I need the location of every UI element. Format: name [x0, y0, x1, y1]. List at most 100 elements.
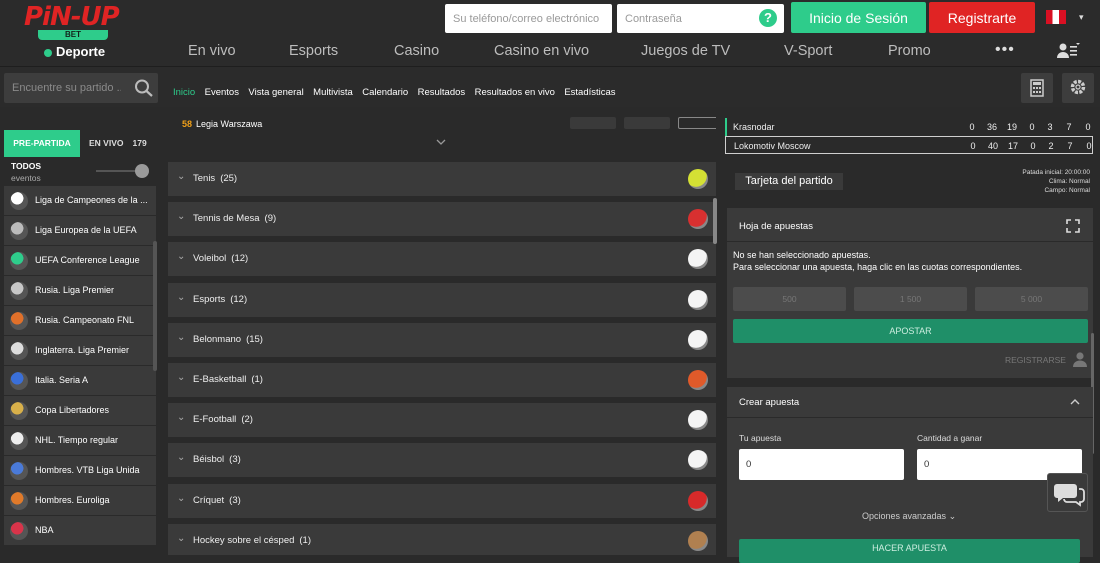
user-icon[interactable]: [1073, 351, 1087, 367]
tab-multivista[interactable]: Multivista: [313, 87, 353, 98]
sidebar-league-item[interactable]: Copa Libertadores: [4, 396, 156, 425]
sport-row[interactable]: ⌄ E-Football (2): [168, 403, 716, 438]
sidebar-league-item[interactable]: Hombres. VTB Liga Unida: [4, 456, 156, 485]
expand-icon[interactable]: [1066, 219, 1080, 233]
chevron-down-icon[interactable]: ⌄: [177, 493, 187, 504]
advanced-options-toggle[interactable]: Opciones avanzadas ⌄: [862, 511, 956, 522]
tab-resultados-en-vivo[interactable]: Resultados en vivo: [475, 87, 555, 98]
sidebar-league-item[interactable]: NHL. Tiempo regular: [4, 426, 156, 455]
sport-row[interactable]: ⌄ Tennis de Mesa (9): [168, 202, 716, 237]
sidebar-league-item[interactable]: Liga de Campeones de la ...: [4, 186, 156, 215]
sport-row[interactable]: ⌄ Hockey sobre el césped (1): [168, 523, 716, 555]
sidebar-league-item[interactable]: UEFA Conference League: [4, 246, 156, 275]
search-icon[interactable]: [134, 79, 154, 97]
tab-eventos[interactable]: Eventos: [205, 87, 239, 98]
more-menu-icon[interactable]: •••: [995, 41, 1015, 59]
sidebar-league-item[interactable]: Liga Europea de la UEFA: [4, 216, 156, 245]
nav-item-esports[interactable]: Esports: [289, 43, 338, 59]
chevron-down-icon[interactable]: ⌄: [177, 292, 187, 303]
odds-cell[interactable]: [624, 117, 670, 129]
chevron-down-icon[interactable]: ⌄: [177, 332, 187, 343]
sport-row[interactable]: ⌄ E-Basketball (1): [168, 363, 716, 397]
team-name: Legia Warszawa: [196, 119, 263, 129]
sidebar-scrollbar[interactable]: [153, 241, 157, 371]
nav-item-casino[interactable]: Casino: [394, 43, 439, 59]
all-events-row[interactable]: TODOS eventos: [4, 157, 156, 185]
chevron-down-icon[interactable]: ⌄: [177, 172, 187, 182]
chevron-up-icon[interactable]: [1069, 396, 1081, 408]
create-bet-title: Crear apuesta: [739, 397, 800, 408]
advanced-options-label: Opciones avanzadas: [862, 511, 947, 521]
sport-name: Tenis: [193, 173, 216, 184]
register-link[interactable]: REGISTRARSE: [1005, 355, 1066, 365]
settings-button[interactable]: [1062, 73, 1094, 103]
nav-item-juegos-de-tv[interactable]: Juegos de TV: [641, 43, 730, 59]
tab-en-vivo[interactable]: EN VIVO 179: [84, 130, 154, 157]
chevron-down-icon[interactable]: ⌄: [177, 373, 187, 383]
sport-row[interactable]: ⌄ Tenis (25): [168, 162, 716, 196]
tab-resultados[interactable]: Resultados: [418, 87, 466, 98]
center-scrollbar[interactable]: [713, 198, 717, 244]
help-icon[interactable]: ?: [759, 9, 777, 27]
betslip-empty-message: No se han seleccionado apuestas. Para se…: [733, 249, 1022, 273]
sidebar-league-item[interactable]: Italia. Seria A: [4, 366, 156, 395]
chevron-down-icon[interactable]: ⌄: [177, 212, 187, 222]
calculator-button[interactable]: [1021, 73, 1053, 103]
sport-row[interactable]: ⌄ Voleibol (12): [168, 242, 716, 277]
login-button[interactable]: Inicio de Sesión: [791, 2, 926, 33]
sidebar-league-item[interactable]: Inglaterra. Liga Premier: [4, 336, 156, 365]
nav-item-casino-en-vivo[interactable]: Casino en vivo: [494, 43, 589, 59]
sport-row[interactable]: ⌄ Béisbol (3): [168, 443, 716, 478]
sport-count: (1): [299, 534, 312, 546]
tab-estadisticas[interactable]: Estadísticas: [564, 87, 615, 98]
rpl-logo-icon: [10, 282, 28, 300]
nav-item-promo[interactable]: Promo: [888, 43, 931, 59]
brand-logo[interactable]: PiN-UP BET: [24, 4, 124, 40]
chevron-down-icon[interactable]: [436, 137, 446, 147]
nba-logo-icon: [10, 522, 28, 540]
tab-inicio[interactable]: Inicio: [173, 87, 195, 98]
sport-row-label: E-Football (2): [193, 414, 253, 425]
register-button[interactable]: Registrarte: [929, 2, 1035, 33]
phone-email-input[interactable]: [445, 4, 612, 33]
match-card-button[interactable]: Tarjeta del partido: [735, 173, 843, 190]
match-team[interactable]: 58 Legia Warszawa: [182, 119, 262, 129]
nav-item-v-sport[interactable]: V-Sport: [784, 43, 832, 59]
sidebar-league-item[interactable]: Hombres. Euroliga: [4, 486, 156, 515]
quick-amount-500[interactable]: 500: [733, 287, 846, 311]
search-input[interactable]: [4, 73, 129, 103]
stake-input[interactable]: [739, 449, 904, 480]
chevron-down-icon[interactable]: ⌄: [177, 252, 187, 262]
handball-icon: [688, 329, 708, 350]
kickoff-time: Patada inicial: 20:00:00: [1022, 169, 1090, 176]
tab-pre-partida[interactable]: PRE-PARTIDA: [4, 130, 80, 157]
odds-cell[interactable]: [570, 117, 616, 129]
divider: [727, 241, 1093, 242]
chevron-down-icon[interactable]: ⌄: [177, 533, 187, 544]
quick-amount-5000[interactable]: 5 000: [975, 287, 1088, 311]
tab-vista-general[interactable]: Vista general: [248, 87, 303, 98]
all-events-toggle[interactable]: [96, 164, 151, 178]
sport-row[interactable]: ⌄ Esports (12): [168, 282, 716, 317]
weather: Clima: Normal: [1048, 178, 1090, 185]
place-bet-button[interactable]: APOSTAR: [733, 319, 1088, 343]
sidebar-league-item[interactable]: NBA: [4, 516, 156, 545]
chevron-down-icon[interactable]: ▾: [1079, 12, 1084, 23]
sport-row[interactable]: ⌄ Críquet (3): [168, 483, 716, 518]
sidebar-league-item[interactable]: Rusia. Liga Premier: [4, 276, 156, 305]
quick-amount-1500[interactable]: 1 500: [854, 287, 967, 311]
chevron-down-icon[interactable]: ⌄: [177, 453, 187, 463]
chevron-down-icon[interactable]: ⌄: [177, 413, 187, 423]
toggle-knob: [135, 164, 149, 178]
nav-item-en-vivo[interactable]: En vivo: [188, 43, 236, 59]
all-events-sub: eventos: [11, 173, 41, 183]
sidebar-league-item[interactable]: Rusia. Campeonato FNL: [4, 306, 156, 335]
user-menu-icon[interactable]: [1056, 42, 1080, 60]
make-bet-button[interactable]: HACER APUESTA: [739, 539, 1080, 563]
more-markets-cell[interactable]: [678, 117, 716, 129]
chat-button[interactable]: [1047, 473, 1088, 512]
score-cell: 2: [1048, 141, 1054, 151]
sport-row[interactable]: ⌄ Belonmano (15): [168, 322, 716, 357]
language-flag-icon[interactable]: [1046, 10, 1066, 24]
tab-calendario[interactable]: Calendario: [362, 87, 408, 98]
